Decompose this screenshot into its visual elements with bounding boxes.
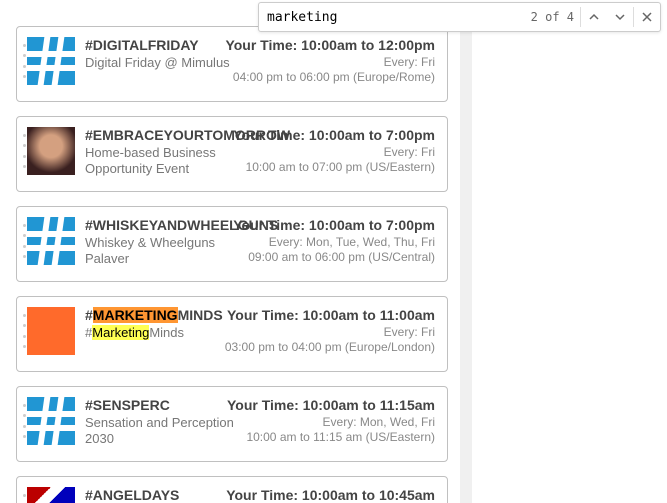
drag-handle[interactable] bbox=[19, 307, 29, 355]
event-card[interactable]: #DIGITALFRIDAY Digital Friday @ Mimulus … bbox=[16, 26, 448, 102]
event-card[interactable]: #WHISKEYANDWHEELGUNS Whiskey & Wheelguns… bbox=[16, 206, 448, 282]
event-your-time: Your Time: 10:00am to 12:00pm bbox=[225, 37, 435, 53]
chevron-up-icon bbox=[589, 12, 599, 22]
event-hashtag: #EMBRACEYOURTOMORROW bbox=[85, 127, 235, 143]
event-avatar bbox=[27, 37, 75, 85]
event-info: #MARKETINGMINDS #MarketingMinds bbox=[85, 307, 235, 361]
event-local-time: 09:00 am to 06:00 pm (US/Central) bbox=[233, 250, 435, 264]
event-time-info: Your Time: 10:00am to 10:45am bbox=[226, 487, 435, 503]
event-info: #DIGITALFRIDAY Digital Friday @ Mimulus bbox=[85, 37, 235, 91]
event-list: #DIGITALFRIDAY Digital Friday @ Mimulus … bbox=[0, 20, 460, 503]
chevron-down-icon bbox=[615, 12, 625, 22]
event-recurrence: Every: Fri bbox=[225, 55, 435, 69]
close-search-button[interactable] bbox=[634, 4, 660, 30]
event-avatar bbox=[27, 397, 75, 445]
event-description: Sensation and Perception 2030 bbox=[85, 415, 235, 448]
event-time-info: Your Time: 10:00am to 11:00am Every: Fri… bbox=[225, 307, 435, 354]
search-highlight: MARKETING bbox=[93, 307, 178, 323]
event-recurrence: Every: Mon, Tue, Wed, Thu, Fri bbox=[233, 235, 435, 249]
event-info: #EMBRACEYOURTOMORROW Home-based Business… bbox=[85, 127, 235, 181]
event-description: Whiskey & Wheelguns Palaver bbox=[85, 235, 235, 268]
event-card[interactable]: #MARKETINGMINDS #MarketingMinds Your Tim… bbox=[16, 296, 448, 372]
event-info: #SENSPERC Sensation and Perception 2030 bbox=[85, 397, 235, 451]
event-card[interactable]: #SENSPERC Sensation and Perception 2030 … bbox=[16, 386, 448, 462]
event-info: #WHISKEYANDWHEELGUNS Whiskey & Wheelguns… bbox=[85, 217, 235, 271]
event-time-info: Your Time: 10:00am to 11:15am Every: Mon… bbox=[227, 397, 435, 444]
event-recurrence: Every: Fri bbox=[233, 145, 435, 159]
search-input[interactable] bbox=[259, 6, 525, 29]
drag-handle[interactable] bbox=[19, 127, 29, 175]
event-time-info: Your Time: 10:00am to 7:00pm Every: Mon,… bbox=[233, 217, 435, 264]
search-highlight: Marketing bbox=[92, 325, 149, 340]
event-your-time: Your Time: 10:00am to 10:45am bbox=[226, 487, 435, 503]
event-avatar bbox=[27, 487, 75, 503]
event-hashtag: #ANGELDAYS bbox=[85, 487, 235, 503]
scrollbar[interactable] bbox=[460, 20, 472, 503]
event-description: #MarketingMinds bbox=[85, 325, 235, 341]
event-avatar bbox=[27, 217, 75, 265]
event-description: Digital Friday @ Mimulus bbox=[85, 55, 235, 71]
event-hashtag: #WHISKEYANDWHEELGUNS bbox=[85, 217, 235, 233]
event-your-time: Your Time: 10:00am to 11:00am bbox=[225, 307, 435, 323]
event-your-time: Your Time: 10:00am to 11:15am bbox=[227, 397, 435, 413]
find-bar: 2 of 4 bbox=[258, 2, 661, 32]
event-hashtag: #DIGITALFRIDAY bbox=[85, 37, 235, 53]
event-your-time: Your Time: 10:00am to 7:00pm bbox=[233, 127, 435, 143]
event-recurrence: Every: Mon, Wed, Fri bbox=[227, 415, 435, 429]
event-description: Home-based Business Opportunity Event bbox=[85, 145, 235, 178]
event-card[interactable]: #EMBRACEYOURTOMORROW Home-based Business… bbox=[16, 116, 448, 192]
event-local-time: 04:00 pm to 06:00 pm (Europe/Rome) bbox=[225, 70, 435, 84]
event-info: #ANGELDAYS bbox=[85, 487, 235, 503]
event-avatar bbox=[27, 127, 75, 175]
event-your-time: Your Time: 10:00am to 7:00pm bbox=[233, 217, 435, 233]
event-hashtag: #SENSPERC bbox=[85, 397, 235, 413]
event-hashtag: #MARKETINGMINDS bbox=[85, 307, 235, 323]
event-local-time: 10:00 am to 07:00 pm (US/Eastern) bbox=[233, 160, 435, 174]
prev-match-button[interactable] bbox=[581, 4, 607, 30]
event-card[interactable]: #ANGELDAYS Your Time: 10:00am to 10:45am bbox=[16, 476, 448, 503]
close-icon bbox=[642, 12, 652, 22]
event-local-time: 10:00 am to 11:15 am (US/Eastern) bbox=[227, 430, 435, 444]
event-avatar bbox=[27, 307, 75, 355]
event-time-info: Your Time: 10:00am to 7:00pm Every: Fri … bbox=[233, 127, 435, 174]
event-time-info: Your Time: 10:00am to 12:00pm Every: Fri… bbox=[225, 37, 435, 84]
next-match-button[interactable] bbox=[607, 4, 633, 30]
event-recurrence: Every: Fri bbox=[225, 325, 435, 339]
drag-handle[interactable] bbox=[19, 487, 29, 503]
event-local-time: 03:00 pm to 04:00 pm (Europe/London) bbox=[225, 340, 435, 354]
search-result-count: 2 of 4 bbox=[525, 10, 580, 24]
